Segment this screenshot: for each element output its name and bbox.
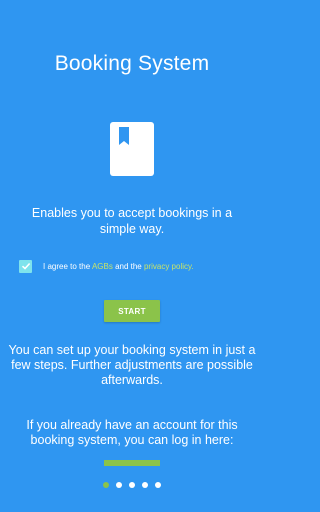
page-dot[interactable] (116, 482, 122, 488)
page-dot[interactable] (129, 482, 135, 488)
login-info: If you already have an account for this … (26, 418, 238, 447)
agree-checkbox[interactable] (19, 259, 32, 273)
privacy-policy-link[interactable]: privacy policy. (144, 262, 194, 271)
page-indicator (0, 482, 264, 490)
agree-text: I agree to the AGBs and the privacy poli… (43, 262, 194, 271)
page-dot[interactable] (103, 482, 109, 488)
login-button[interactable] (104, 460, 160, 466)
book-icon (110, 122, 154, 176)
checkmark-icon (21, 262, 30, 270)
agree-prefix: I agree to the (43, 261, 92, 271)
setup-info: You can set up your booking system in ju… (8, 343, 256, 387)
page-title: Booking System (54, 52, 210, 75)
agreement-row: I agree to the AGBs and the privacy poli… (19, 258, 255, 274)
page-dot[interactable] (155, 482, 161, 488)
tagline: Enables you to accept bookings in a simp… (31, 206, 233, 236)
start-button[interactable]: START (104, 300, 160, 322)
page-dot[interactable] (142, 482, 148, 488)
agree-middle: and the (112, 261, 144, 271)
agb-link[interactable]: AGBs (92, 262, 113, 271)
